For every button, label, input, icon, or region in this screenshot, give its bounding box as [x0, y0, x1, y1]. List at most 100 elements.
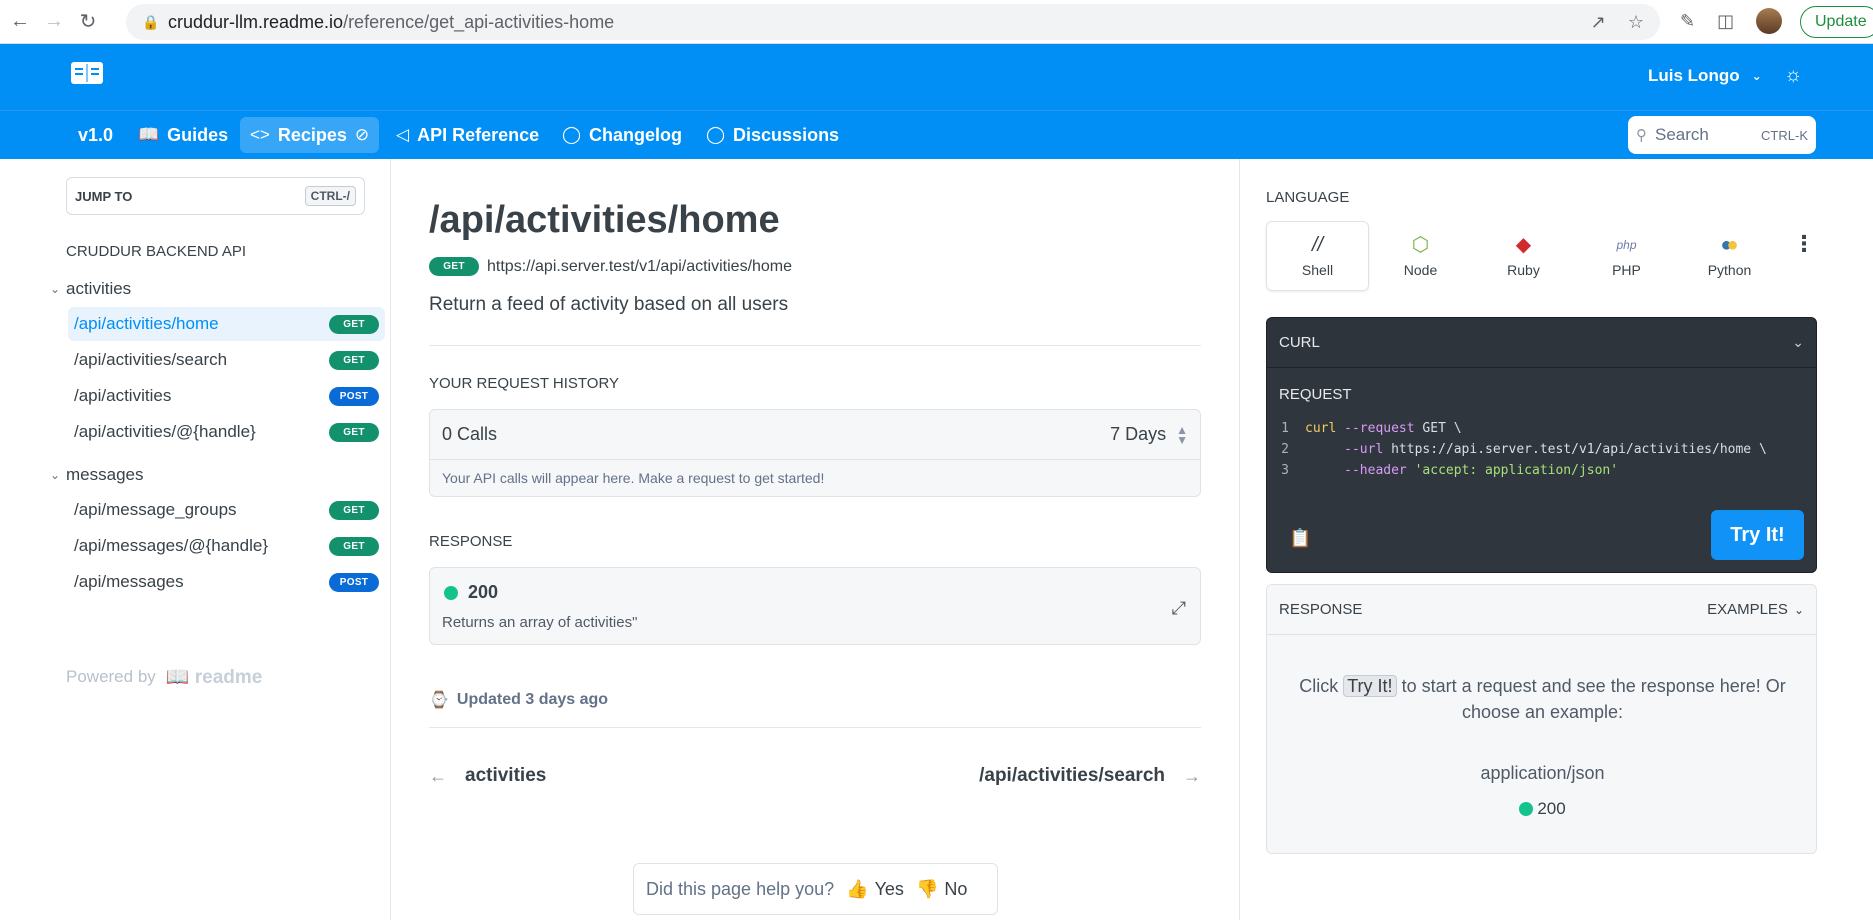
chat-icon: ◯: [706, 125, 726, 144]
example-response-link[interactable]: 200: [1267, 799, 1818, 819]
updown-icon[interactable]: ▲ ▼: [1176, 424, 1188, 446]
share-icon[interactable]: ↗: [1591, 12, 1606, 33]
nav-recipes[interactable]: <> Recipes ⊘: [240, 117, 380, 153]
user-menu[interactable]: Luis Longo ⌄: [1648, 66, 1762, 86]
prev-page-link[interactable]: ← activities: [429, 765, 546, 787]
method-badge: POST: [329, 386, 379, 406]
thumbs-down-icon: 👎: [915, 878, 939, 899]
nav-changelog[interactable]: ◯ Changelog: [552, 117, 692, 153]
sidebar-section-messages[interactable]: ⌄ messages: [50, 465, 143, 485]
code-block[interactable]: 1 curl --request GET \ 2 --url https://api…: [1267, 418, 1816, 481]
hint-try-it: Try It!: [1343, 675, 1397, 697]
version-label: v1.0: [78, 124, 114, 145]
code-token: --header: [1344, 463, 1407, 478]
lang-python[interactable]: ●● Python: [1678, 221, 1781, 291]
try-it-button[interactable]: Try It!: [1711, 510, 1804, 560]
php-icon: php: [1616, 238, 1637, 252]
response-description: Returns an array of activities": [442, 614, 638, 631]
recipes-badge-icon: ⊘: [354, 125, 370, 144]
nav-discussions[interactable]: ◯ Discussions: [696, 117, 849, 153]
sidebar-item-activities-search[interactable]: /api/activities/search GET: [68, 343, 385, 377]
sidebar-item-messages-handle[interactable]: /api/messages/@{handle} GET: [68, 529, 385, 563]
media-type: application/json: [1480, 763, 1605, 783]
more-languages-icon[interactable]: ⋮: [1793, 233, 1815, 255]
forward-icon[interactable]: →: [40, 8, 68, 36]
lang-node[interactable]: ⬡ Node: [1369, 221, 1472, 291]
sidepanel-icon[interactable]: ◫: [1717, 11, 1734, 32]
sidebar-item-messages[interactable]: /api/messages POST: [68, 565, 385, 599]
search-placeholder: Search: [1655, 125, 1709, 144]
browser-toolbar: ← → ↻ 🔒 cruddur-llm.readme.io/reference/…: [0, 0, 1873, 44]
chevron-down-icon: ⌄: [50, 282, 61, 296]
sidebar-section-activities[interactable]: ⌄ activities: [50, 279, 131, 299]
code-format-select[interactable]: CURL ⌄: [1267, 318, 1816, 368]
method-badge: GET: [329, 350, 379, 370]
update-button[interactable]: Update: [1800, 6, 1873, 38]
lang-php[interactable]: php PHP: [1575, 221, 1678, 291]
response-code: 200: [468, 582, 499, 602]
next-page-link[interactable]: /api/activities/search →: [979, 765, 1201, 787]
lang-ruby[interactable]: ◆ Ruby: [1472, 221, 1575, 291]
yes-button[interactable]: 👍 Yes: [846, 879, 904, 900]
prev-page-label: activities: [465, 765, 547, 786]
examples-dropdown[interactable]: EXAMPLES ⌄: [1707, 601, 1804, 618]
code-token: GET \: [1414, 421, 1462, 436]
request-history-label: YOUR REQUEST HISTORY: [429, 375, 620, 392]
sidebar-item-activities-home[interactable]: /api/activities/home GET: [68, 307, 385, 341]
search-input[interactable]: ⚲ Search CTRL-K: [1628, 116, 1816, 154]
updated-info: ⌚ Updated 3 days ago: [429, 690, 608, 710]
endpoint-url-line: GET https://api.server.test/v1/api/activ…: [429, 257, 792, 276]
language-selector: // Shell ⬡ Node ◆ Ruby php PHP ●● Python: [1266, 221, 1811, 291]
extensions-icon[interactable]: ✎: [1680, 11, 1695, 32]
hint-after: to start a request and see the response …: [1401, 676, 1786, 722]
lang-label: Shell: [1301, 262, 1334, 278]
response-card: RESPONSE EXAMPLES ⌄ Click Try It! to sta…: [1266, 584, 1817, 854]
clipboard-icon[interactable]: 📋: [1289, 528, 1311, 549]
nav-guides[interactable]: 📖 Guides: [128, 117, 238, 153]
examples-label: EXAMPLES: [1707, 601, 1788, 618]
site-header: Luis Longo ⌄ ☼: [0, 44, 1873, 110]
expand-icon[interactable]: ⤢: [1172, 598, 1186, 619]
powered-by[interactable]: Powered by 📖 readme: [66, 665, 262, 689]
calls-count: 0 Calls: [442, 424, 498, 444]
profile-avatar[interactable]: [1756, 8, 1783, 34]
lang-label: Node: [1403, 262, 1438, 278]
section-label: messages: [66, 465, 144, 484]
sidebar-item-label: /api/message_groups: [74, 500, 237, 519]
version-selector[interactable]: v1.0: [68, 117, 123, 153]
node-icon: ⬡: [1411, 234, 1430, 256]
sidebar-item-activities[interactable]: /api/activities POST: [68, 379, 385, 413]
method-badge: POST: [329, 572, 379, 592]
star-icon[interactable]: ☆: [1628, 12, 1644, 33]
request-history-panel: 0 Calls 7 Days ▲ ▼ Your API calls will ap…: [429, 409, 1201, 497]
nav-api-reference[interactable]: ◁ API Reference: [386, 117, 549, 153]
address-bar[interactable]: 🔒 cruddur-llm.readme.io/reference/get_ap…: [126, 4, 1660, 40]
response-card-label: RESPONSE: [1279, 601, 1363, 618]
code-format-label: CURL: [1279, 334, 1320, 351]
main-content: /api/activities/home GET https://api.ser…: [392, 159, 1240, 920]
range-select[interactable]: 7 Days: [1110, 424, 1166, 445]
back-icon[interactable]: ←: [6, 8, 34, 36]
sidebar-item-message-groups[interactable]: /api/message_groups GET: [68, 493, 385, 527]
readme-logo-icon[interactable]: [70, 60, 104, 86]
lang-label: Python: [1707, 262, 1752, 278]
search-icon: ⚲: [1636, 127, 1647, 144]
no-button[interactable]: 👎 No: [916, 879, 967, 900]
lock-icon: 🔒: [142, 14, 160, 30]
sidebar-item-label: /api/messages/@{handle}: [74, 536, 268, 555]
reload-icon[interactable]: ↻: [74, 8, 102, 36]
sidebar-item-label: /api/activities/@{handle}: [74, 422, 256, 441]
response-label: RESPONSE: [429, 533, 513, 550]
theme-toggle-icon[interactable]: ☼: [1784, 64, 1802, 87]
jump-to-input[interactable]: JUMP TO CTRL-/: [66, 177, 365, 215]
lang-shell[interactable]: // Shell: [1266, 221, 1369, 291]
sidebar-item-activities-handle[interactable]: /api/activities/@{handle} GET: [68, 415, 385, 449]
sidebar-title: CRUDDUR BACKEND API: [66, 243, 247, 260]
sidebar-item-label: /api/activities: [74, 386, 172, 405]
url-path: /reference/get_api-activities-home: [343, 11, 615, 32]
response-item[interactable]: 200 Returns an array of activities" ⤢: [429, 567, 1201, 645]
history-empty-text: Your API calls will appear here. Make a …: [442, 470, 825, 486]
nav-changelog-label: Changelog: [589, 124, 683, 145]
sidebar-item-label: /api/activities/search: [74, 350, 228, 369]
